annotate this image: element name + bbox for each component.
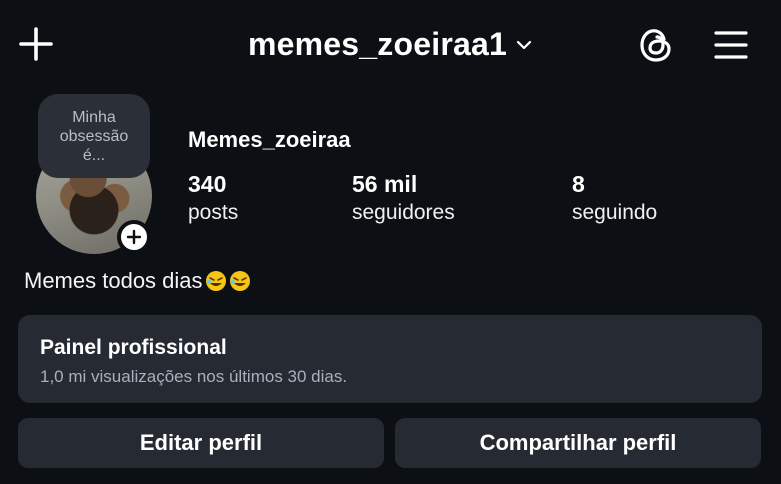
threads-icon[interactable] [632,22,680,68]
chevron-down-icon[interactable] [515,36,533,54]
following-label: seguindo [572,201,658,224]
panel-title: Painel profissional [40,336,227,359]
bio: Memes todos dias [24,268,251,294]
stat-posts[interactable]: 340 posts [188,170,238,228]
edit-profile-button[interactable]: Editar perfil [18,418,384,468]
note-bubble[interactable]: Minha obsessão é... [38,94,150,178]
professional-dashboard-panel[interactable]: Painel profissional 1,0 mi visualizações… [18,315,762,403]
display-name: Memes_zoeiraa [188,127,351,152]
panel-subtitle: 1,0 mi visualizações nos últimos 30 dias… [40,367,348,386]
followers-label: seguidores [352,201,455,224]
posts-label: posts [188,201,239,224]
top-navigation-bar: memes_zoeiraa1 [0,0,781,90]
add-story-plus-icon[interactable] [117,220,151,254]
hamburger-menu-icon[interactable] [708,22,754,68]
posts-count: 340 [188,171,227,197]
bio-text: Memes todos dias [24,268,203,293]
note-text: Minha obsessão é... [59,108,129,164]
username-title[interactable]: memes_zoeiraa1 [248,26,507,63]
stat-followers[interactable]: 56 mil seguidores [352,170,455,228]
stat-following[interactable]: 8 seguindo [572,170,657,228]
rolling-laughing-emoji-icon [229,270,251,292]
profile-avatar-area: Minha obsessão é... [36,94,156,256]
rolling-laughing-emoji-icon [205,270,227,292]
following-count: 8 [572,171,585,197]
share-profile-button[interactable]: Compartilhar perfil [395,418,761,468]
followers-count: 56 mil [352,171,418,197]
